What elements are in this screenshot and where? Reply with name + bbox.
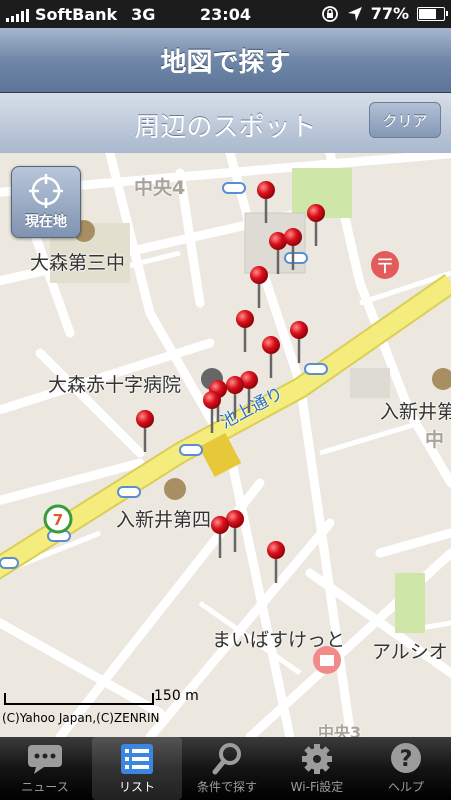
tab-news[interactable]: ニュース bbox=[0, 737, 90, 800]
battery-fill bbox=[419, 8, 436, 19]
map-label-naka: 中 bbox=[425, 429, 445, 451]
tab-news-label: ニュース bbox=[21, 780, 69, 794]
map-label-chuo4: 中央4 bbox=[134, 177, 186, 199]
map-view[interactable]: 〒 7 現在地 中央4 大森第三中 大森赤十字病院 入新井第 入新井第四 池上通… bbox=[0, 153, 451, 737]
status-right: 77% bbox=[321, 4, 448, 23]
rotation-lock-icon bbox=[321, 5, 338, 22]
map-label-iriarai: 入新井第 bbox=[380, 401, 451, 423]
map-label-mybasket: まいばすけっと bbox=[212, 629, 346, 651]
tab-list[interactable]: リスト bbox=[92, 737, 182, 800]
map-label-iriarai-shi: 入新井第四 bbox=[116, 509, 212, 531]
crosshair-icon bbox=[29, 174, 63, 208]
tab-help[interactable]: ? ヘルプ bbox=[361, 737, 451, 800]
tab-search[interactable]: 条件で探す bbox=[182, 737, 272, 800]
clear-button[interactable]: クリア bbox=[369, 102, 441, 138]
svg-text:〒: 〒 bbox=[375, 254, 395, 278]
tab-bar: ニュース リスト 条件で探す Wi-Fi設定 ? ヘルプ bbox=[0, 737, 451, 800]
svg-text:7: 7 bbox=[53, 511, 63, 529]
tab-help-label: ヘルプ bbox=[387, 780, 424, 794]
location-arrow-icon bbox=[347, 6, 362, 21]
map-label-naka3: 中央3 bbox=[318, 723, 362, 737]
current-location-button[interactable]: 現在地 bbox=[11, 166, 81, 238]
map-label-arushio: アルシオ bbox=[372, 641, 448, 663]
page-title: 地図で探す bbox=[160, 48, 291, 78]
tab-list-label: リスト bbox=[118, 780, 155, 794]
navigation-bar: 地図で探す bbox=[0, 28, 451, 93]
scale-bar bbox=[4, 693, 154, 705]
scale-label: 150 m bbox=[154, 688, 199, 704]
battery-percent: 77% bbox=[370, 4, 409, 23]
help-icon: ? bbox=[391, 743, 421, 773]
list-icon bbox=[121, 744, 153, 774]
tab-wifi-settings-label: Wi-Fi設定 bbox=[290, 780, 344, 794]
speech-bubble-icon bbox=[28, 745, 62, 774]
tab-wifi-settings[interactable]: Wi-Fi設定 bbox=[272, 737, 362, 800]
map-copyright: (C)Yahoo Japan,(C)ZENRIN bbox=[2, 711, 160, 725]
svg-text:?: ? bbox=[400, 747, 413, 772]
battery-icon bbox=[417, 6, 448, 21]
current-location-label: 現在地 bbox=[25, 214, 67, 230]
magnifier-icon bbox=[212, 743, 241, 775]
map-label-omori-daisan: 大森第三中 bbox=[30, 252, 126, 274]
gear-icon bbox=[302, 744, 332, 774]
map-label-omori-hospital: 大森赤十字病院 bbox=[48, 374, 182, 396]
status-bar: SoftBank 3G 23:04 77% bbox=[0, 0, 451, 28]
sub-header: 周辺のスポット クリア bbox=[0, 93, 451, 154]
screen: SoftBank 3G 23:04 77% 地図で探す 周辺のスポット クリア bbox=[0, 0, 451, 800]
tab-search-label: 条件で探す bbox=[196, 780, 257, 794]
